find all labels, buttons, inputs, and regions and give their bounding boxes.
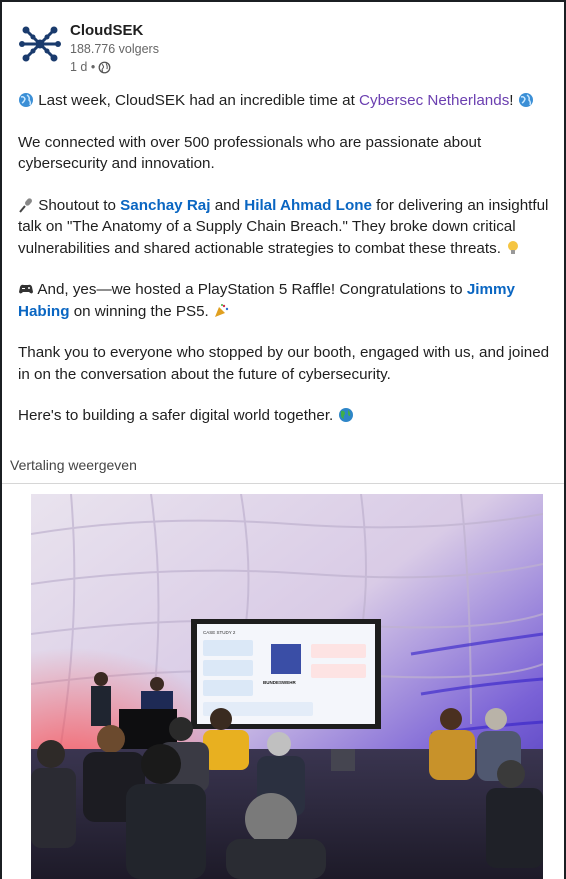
post-card: CloudSEK 188.776 volgers 1 d • Last week…	[2, 2, 564, 879]
post-meta: 1 d •	[70, 60, 111, 74]
mention-hilal-ahmad-lone[interactable]: Hilal Ahmad Lone	[244, 197, 372, 214]
mention-cybersec-netherlands[interactable]: Cybersec Netherlands	[359, 92, 509, 109]
game-controller-emoji-icon	[19, 284, 33, 294]
post-time: 1 d •	[70, 60, 96, 74]
post-text: Here's to building a safer digital world…	[18, 407, 338, 424]
globe-icon	[98, 61, 111, 73]
post-paragraph: We connected with over 500 professionals…	[18, 133, 482, 173]
translate-link[interactable]: Vertaling weergeven	[10, 457, 137, 473]
post-header: CloudSEK 188.776 volgers 1 d •	[18, 18, 538, 82]
post-paragraph: Thank you to everyone who stopped by our…	[18, 344, 550, 383]
lightbulb-emoji-icon	[508, 240, 519, 254]
follower-count: 188.776 volgers	[70, 42, 159, 56]
post-paragraph: Last week, CloudSEK had an incredible ti…	[18, 90, 558, 112]
post-text: !	[509, 92, 518, 109]
post-body: Last week, CloudSEK had an incredible ti…	[18, 90, 558, 447]
slide-brand: BUNDESWEHR	[263, 680, 297, 685]
divider	[2, 483, 564, 484]
company-name[interactable]: CloudSEK	[70, 22, 143, 39]
mention-sanchay-raj[interactable]: Sanchay Raj	[120, 197, 210, 214]
post-text: Shoutout to	[34, 196, 121, 214]
post-text: and	[210, 196, 245, 214]
party-popper-emoji-icon	[215, 303, 229, 317]
microphone-emoji-icon	[19, 197, 32, 213]
event-photo[interactable]: CASE STUDY 2 BUNDESWEHR	[31, 494, 543, 879]
post-text: And, yes—we hosted a PlayStation 5 Raffl…	[34, 281, 467, 298]
post-text: on winning the PS5.	[69, 302, 214, 320]
post-paragraph: And, yes—we hosted a PlayStation 5 Raffl…	[18, 279, 558, 322]
post-text: Last week, CloudSEK had an incredible ti…	[34, 92, 360, 109]
post-paragraph: Shoutout to Sanchay Raj and Hilal Ahmad …	[18, 195, 558, 260]
globe-emoji-icon	[19, 93, 33, 107]
globe-emoji-icon	[518, 93, 533, 107]
cloudsek-logo[interactable]	[18, 22, 62, 66]
post-paragraph: Here's to building a safer digital world…	[18, 405, 558, 427]
earth-emoji-icon	[338, 408, 353, 422]
slide-case-study: CASE STUDY 2	[203, 630, 236, 635]
